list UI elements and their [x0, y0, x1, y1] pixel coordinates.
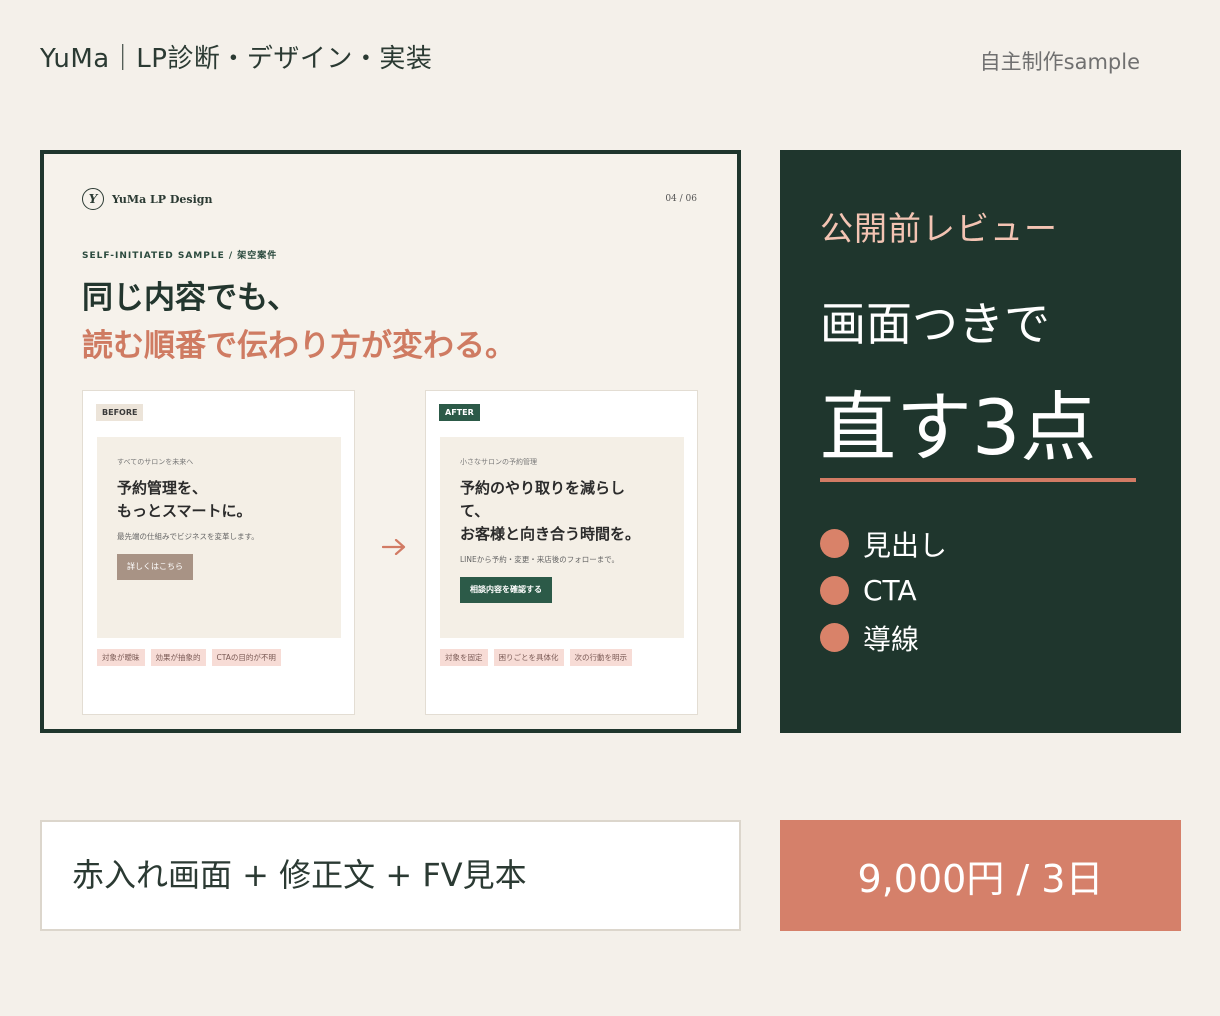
review-point-label: 導線	[863, 622, 920, 656]
page-indicator: 04 / 06	[665, 194, 697, 204]
arrow-right-icon	[382, 539, 406, 555]
after-badge: AFTER	[439, 404, 480, 421]
before-cta-button[interactable]: 詳しくはこちら	[117, 554, 193, 580]
before-hero: すべてのサロンを未来へ 予約管理を、 もっとスマートに。 最先端の仕組みでビジネス…	[97, 437, 341, 638]
logo-mark-icon: Y	[82, 188, 104, 210]
price-text: 9,000円 / 3日	[857, 857, 1104, 901]
preview-headline-line1: 同じ内容でも、	[82, 280, 299, 316]
page-tag: 自主制作sample	[979, 50, 1140, 74]
after-kicker: 小さなサロンの予約管理	[460, 458, 537, 466]
before-kicker: すべてのサロンを未来へ	[117, 458, 194, 466]
deliverables-box: 赤入れ画面 + 修正文 + FV見本	[40, 820, 741, 931]
before-subtext: 最先端の仕組みでビジネスを変革します。	[117, 532, 259, 541]
after-card: AFTER 小さなサロンの予約管理 予約のやり取りを減らし て、 お客様と向き合う時…	[425, 390, 698, 715]
deliverables-text: 赤入れ画面 + 修正文 + FV見本	[72, 856, 527, 894]
review-points: 見出し CTA 導線	[820, 520, 947, 661]
review-heading-line1: 画面つきで	[820, 297, 1050, 351]
after-cta-button[interactable]: 相談内容を確認する	[460, 577, 552, 603]
review-point: 見出し	[820, 520, 947, 567]
review-label: 公開前レビュー	[820, 209, 1058, 248]
review-divider	[820, 478, 1136, 482]
before-card: BEFORE すべてのサロンを未来へ 予約管理を、 もっとスマートに。 最先端の仕…	[82, 390, 355, 715]
bullet-dot-icon	[820, 623, 849, 652]
review-point: CTA	[820, 567, 947, 614]
after-headline: 予約のやり取りを減らし て、 お客様と向き合う時間を。	[460, 479, 641, 543]
before-chips: 対象が曖昧 効果が抽象的 CTAの目的が不明	[97, 649, 281, 666]
bullet-dot-icon	[820, 576, 849, 605]
logo-text: YuMa LP Design	[112, 192, 213, 206]
issue-chip: 効果が抽象的	[150, 649, 206, 666]
preview-logo: Y YuMa LP Design	[82, 188, 212, 210]
lp-preview-frame: Y YuMa LP Design 04 / 06 SELF-INITIATED …	[40, 150, 741, 733]
review-point-label: CTA	[863, 574, 917, 607]
page-title: YuMa｜LP診断・デザイン・実装	[40, 44, 433, 74]
bullet-dot-icon	[820, 529, 849, 558]
before-headline: 予約管理を、 もっとスマートに。	[117, 479, 252, 520]
issue-chip: CTAの目的が不明	[211, 649, 281, 666]
review-panel: 公開前レビュー 画面つきで 直す3点 見出し CTA 導線	[780, 150, 1181, 733]
preview-eyebrow: SELF-INITIATED SAMPLE / 架空案件	[82, 251, 278, 261]
before-badge: BEFORE	[96, 404, 144, 421]
fix-chip: 次の行動を明示	[569, 649, 632, 666]
after-subtext: LINEから予約・変更・来店後のフォローまで。	[460, 555, 619, 564]
issue-chip: 対象が曖昧	[97, 649, 145, 666]
review-point-label: 見出し	[863, 528, 948, 562]
price-box: 9,000円 / 3日	[780, 820, 1181, 931]
fix-chip: 対象を固定	[440, 649, 488, 666]
fix-chip: 困りごとを具体化	[493, 649, 564, 666]
review-point: 導線	[820, 614, 947, 661]
after-hero: 小さなサロンの予約管理 予約のやり取りを減らし て、 お客様と向き合う時間を。 LI…	[440, 437, 684, 638]
review-heading-line2: 直す3点	[820, 383, 1097, 472]
preview-headline: 同じ内容でも、 読む順番で伝わり方が変わる。	[82, 274, 516, 370]
after-chips: 対象を固定 困りごとを具体化 次の行動を明示	[440, 649, 632, 666]
preview-headline-line2: 読む順番で伝わり方が変わる。	[82, 328, 516, 364]
